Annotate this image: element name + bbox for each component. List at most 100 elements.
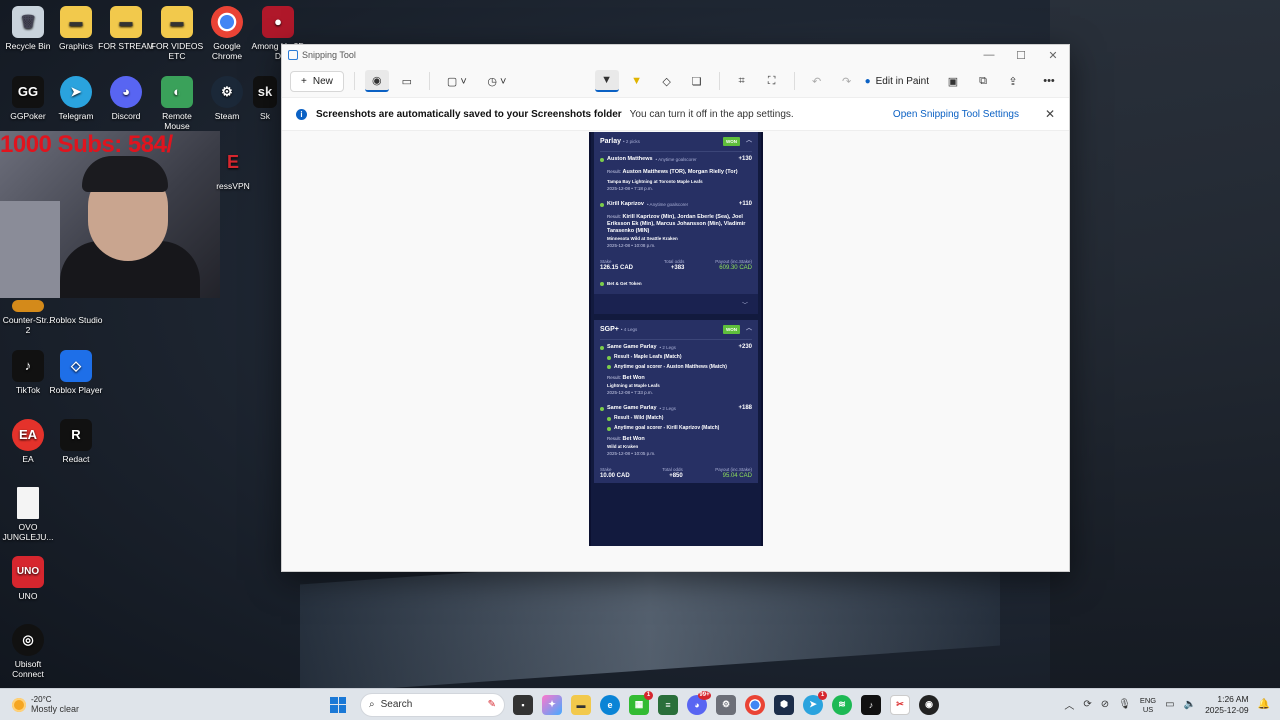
save-button[interactable]: ▣ — [941, 70, 965, 92]
maximize-button[interactable]: ☐ — [1005, 49, 1037, 62]
taskbar-search[interactable]: ⌕ Search ✎ — [360, 692, 505, 717]
text-actions-button[interactable]: ⛶ — [760, 70, 784, 92]
desktop-icon-chrome[interactable]: Google Chrome — [199, 6, 255, 61]
crop-button[interactable]: ⌗ — [730, 70, 754, 92]
folder-icon: ▬ — [60, 6, 92, 38]
expand-chevron[interactable]: ﹀ — [594, 294, 758, 314]
desktop-icon-expressvpn[interactable]: E ressVPN — [205, 146, 261, 191]
ggpoker-icon: GG — [12, 76, 44, 108]
redo-button[interactable]: ↷ — [835, 70, 859, 92]
new-snip-button[interactable]: + New — [290, 70, 344, 92]
captured-screenshot: Parlay • 2 picks WON ︿ Auston Matthews •… — [589, 132, 763, 546]
video-mode-button[interactable]: ▭ — [395, 70, 419, 92]
timer-icon: ◷ ˅ — [487, 75, 507, 88]
notification-bell-icon[interactable]: 🔔 — [1258, 699, 1270, 710]
copy-button[interactable]: ⧉ — [971, 70, 995, 92]
ballpoint-pen-button[interactable]: ▼ — [594, 70, 619, 92]
search-icon: ⌕ — [369, 699, 375, 710]
system-tray: ︿ ⟳ ⊘ 🎙 ENG US ▭ 🔈 1:26 AM 2025-12-09 🔔 — [1064, 694, 1280, 716]
snipping-tool-taskbar-icon[interactable]: ✂ — [890, 694, 910, 715]
edge-icon[interactable]: e — [600, 694, 620, 715]
chevron-up-icon[interactable]: ︿ — [746, 138, 752, 145]
wifi-off-icon[interactable]: ⊘ — [1101, 699, 1109, 710]
desktop-icon-sk[interactable]: sk Sk — [250, 76, 280, 121]
save-icon: ▣ — [947, 75, 959, 88]
language-indicator[interactable]: ENG US — [1140, 696, 1156, 714]
desktop-icon-discord[interactable]: ◕ Discord — [98, 76, 154, 121]
snip-canvas: Parlay • 2 picks WON ︿ Auston Matthews •… — [282, 132, 1069, 571]
start-button[interactable] — [330, 696, 346, 713]
ea-icon: EA — [12, 419, 44, 451]
autosave-notice-bar: i Screenshots are automatically saved to… — [282, 97, 1069, 131]
folder-icon: ▬ — [161, 6, 193, 38]
taskbar: -20°C Mostly clear ⌕ Search ✎ ▪ ✦ ▬ e ▦ 1 … — [0, 688, 1280, 720]
shapes-button[interactable]: ❏ — [685, 70, 709, 92]
desktop-icon-redact[interactable]: R Redact — [48, 419, 104, 464]
recycle-bin-icon: 🗑 — [12, 6, 44, 38]
sync-icon[interactable]: ⟳ — [1083, 699, 1091, 710]
weather-widget[interactable]: -20°C Mostly clear — [0, 695, 330, 714]
sgp-group: Same Game Parlay • 2 Legs +188 Result - … — [600, 405, 752, 457]
stake-summary: Stake 126.15 CAD Total odds +383 Payout (i… — [600, 259, 752, 271]
edit-in-paint-button[interactable]: ● Edit in Paint — [865, 76, 929, 87]
roblox-studio-icon — [60, 300, 92, 312]
delay-dropdown[interactable]: ◷ ˅ — [480, 70, 514, 92]
chevron-up-icon[interactable]: ︿ — [746, 326, 752, 333]
screenshot-mode-button[interactable]: ◉ — [364, 70, 389, 92]
status-badge: WON — [722, 325, 740, 334]
wallpaper-decor — [1050, 0, 1280, 690]
won-dot-icon — [600, 202, 604, 207]
desktop-icon-for-stream[interactable]: ▬ FOR STREAM — [98, 6, 154, 51]
discord-icon: ◕ — [110, 76, 142, 108]
share-button[interactable]: ⇪ — [1001, 70, 1025, 92]
close-window-button[interactable]: ✕ — [1037, 49, 1069, 62]
notes-icon[interactable]: ≡ — [658, 694, 678, 715]
chrome-taskbar-icon[interactable] — [745, 694, 765, 715]
desktop-icon-steam[interactable]: ⚙ Steam — [199, 76, 255, 121]
undo-button[interactable]: ↶ — [805, 70, 829, 92]
expressvpn-icon: E — [226, 152, 239, 172]
toolbar: + New ◉ ▭ ▢ ˅ ◷ ˅ ▼ ▼ ◇ ❏ ⌗ ⛶ ↶ ↷ ● Edit… — [282, 65, 1069, 97]
clock[interactable]: 1:26 AM 2025-12-09 — [1205, 694, 1248, 716]
chevron-up-icon[interactable]: ︿ — [1064, 697, 1074, 712]
task-view-icon[interactable]: ▪ — [513, 694, 533, 715]
snip-shape-dropdown[interactable]: ▢ ˅ — [440, 70, 474, 92]
desktop-icon-roblox-studio[interactable]: Roblox Studio — [48, 300, 104, 325]
copilot-icon[interactable]: ✦ — [542, 694, 562, 715]
paint-icon: ● — [864, 75, 871, 87]
shapes-icon: ❏ — [691, 75, 702, 88]
redact-icon: R — [60, 419, 92, 451]
telegram-taskbar-icon[interactable]: ➤ 1 — [803, 690, 827, 715]
won-dot-icon — [600, 157, 604, 162]
discord-taskbar-icon[interactable]: ◕ 99+ — [687, 690, 711, 715]
desktop-icon-ubisoft[interactable]: ◎ Ubisoft Connect — [0, 624, 56, 679]
dev-app-icon[interactable]: ⬢ — [774, 694, 794, 715]
desktop-icon-ovo-document[interactable]: OVO JUNGLEJU... — [0, 487, 56, 542]
settings-icon[interactable]: ⚙ — [716, 694, 736, 715]
volume-icon[interactable]: 🔈 — [1184, 699, 1196, 710]
chevron-down-icon: ﹀ — [741, 303, 748, 309]
desktop-icon-telegram[interactable]: ➤ Telegram — [48, 76, 104, 121]
app-icon-green[interactable]: ▦ 1 — [629, 690, 653, 715]
highlighter-button[interactable]: ▼ — [625, 70, 649, 92]
file-explorer-icon[interactable]: ▬ — [571, 694, 591, 715]
desktop-icon-uno[interactable]: UNO UNO — [0, 556, 56, 601]
network-icon[interactable]: ▭ — [1165, 699, 1174, 710]
microphone-icon[interactable]: 🎙 — [1118, 699, 1131, 710]
counter-strike-icon — [12, 300, 44, 312]
dismiss-notice-button[interactable]: ✕ — [1045, 107, 1055, 121]
eraser-button[interactable]: ◇ — [655, 70, 679, 92]
open-settings-link[interactable]: Open Snipping Tool Settings — [893, 109, 1019, 120]
more-options-button[interactable]: ••• — [1037, 70, 1061, 92]
desktop-icon-roblox-player[interactable]: ◇ Roblox Player — [48, 350, 104, 395]
desktop-icon-remote-mouse[interactable]: ◐ Remote Mouse — [149, 76, 205, 131]
obs-icon[interactable]: ◉ — [919, 694, 939, 715]
bet-leg: Auston Matthews • Anytime goalscorer +13… — [600, 156, 752, 192]
eraser-icon: ◇ — [662, 75, 671, 88]
desktop-icon-graphics[interactable]: ▬ Graphics — [48, 6, 104, 51]
tiktok-taskbar-icon[interactable]: ♪ — [861, 694, 881, 715]
spotify-icon[interactable]: ≋ — [832, 694, 852, 715]
redo-icon: ↷ — [841, 75, 852, 88]
desktop-icon-for-videos[interactable]: ▬ FOR VIDEOS ETC — [149, 6, 205, 61]
minimize-button[interactable]: — — [973, 49, 1005, 62]
